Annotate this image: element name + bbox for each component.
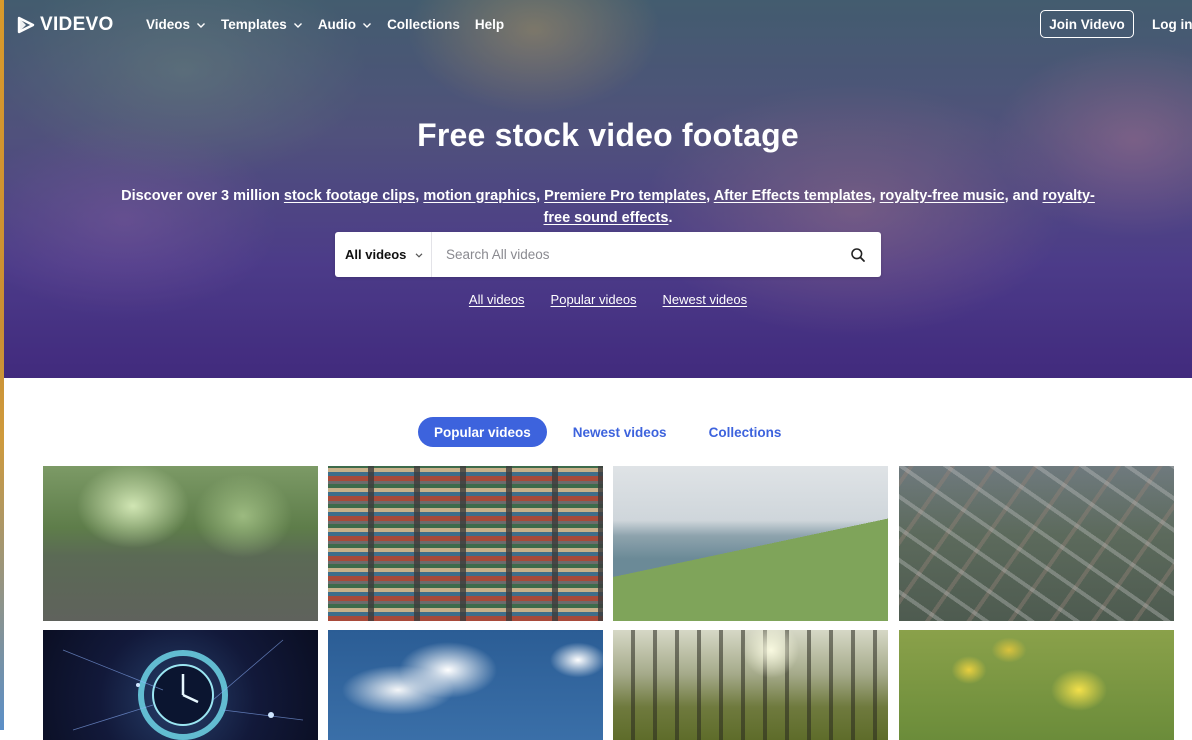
quick-link-popular-videos[interactable]: Popular videos (551, 292, 637, 307)
top-navigation: VIDEVO Videos Templates Audio Collection… (4, 0, 1192, 50)
video-thumbnail[interactable] (613, 466, 888, 621)
hero-section: VIDEVO Videos Templates Audio Collection… (4, 0, 1192, 378)
chevron-down-icon (415, 252, 423, 258)
logo[interactable]: VIDEVO (16, 14, 114, 36)
video-thumbnail[interactable] (328, 466, 603, 621)
window-edge (0, 0, 4, 730)
chevron-down-icon (197, 22, 206, 28)
clock-image (62, 639, 304, 740)
search-category-select[interactable]: All videos (335, 232, 432, 277)
nav-item-videos[interactable]: Videos (146, 17, 206, 32)
brand-name: VIDEVO (40, 14, 114, 35)
login-link[interactable]: Log in (1152, 17, 1192, 32)
nav-item-label: Videos (146, 17, 191, 32)
subtitle-text: . (668, 209, 673, 226)
video-thumbnail[interactable] (43, 630, 318, 740)
link-motion-graphics[interactable]: motion graphics (423, 188, 536, 204)
link-premiere-pro[interactable]: Premiere Pro templates (544, 188, 706, 204)
nav-item-label: Audio (317, 17, 357, 32)
video-tabs: Popular videos Newest videos Collections (418, 417, 781, 447)
link-stock-footage[interactable]: stock footage clips (284, 188, 415, 204)
join-button[interactable]: Join Videvo (1040, 10, 1134, 38)
tab-newest-videos[interactable]: Newest videos (573, 425, 667, 440)
chevron-down-icon (363, 22, 372, 28)
search-category-label: All videos (345, 247, 407, 262)
nav-item-label: Help (474, 17, 505, 32)
nav-menu: Videos Templates Audio Collections Help (146, 17, 519, 32)
quick-link-all-videos[interactable]: All videos (469, 292, 525, 307)
subtitle-text: Discover over 3 million (121, 187, 284, 204)
tab-popular-videos[interactable]: Popular videos (418, 417, 547, 447)
video-thumbnail[interactable] (613, 630, 888, 740)
nav-item-label: Templates (221, 17, 287, 32)
hero-subtitle: Discover over 3 million stock footage cl… (108, 185, 1108, 229)
search-button[interactable] (835, 232, 881, 277)
nav-item-audio[interactable]: Audio (318, 17, 372, 32)
search-bar: All videos (335, 232, 881, 277)
quick-link-newest-videos[interactable]: Newest videos (663, 292, 748, 307)
subtitle-text: , (706, 187, 714, 204)
video-thumbnail[interactable] (899, 466, 1174, 621)
page-title: Free stock video footage (417, 117, 799, 153)
tab-collections[interactable]: Collections (709, 425, 782, 440)
play-triangle-icon (17, 16, 35, 34)
search-icon (851, 247, 865, 262)
video-thumbnail[interactable] (328, 630, 603, 740)
subtitle-text: , (871, 187, 880, 204)
nav-item-help[interactable]: Help (475, 17, 504, 32)
quick-links: All videos Popular videos Newest videos (4, 292, 1192, 307)
video-thumbnail[interactable] (43, 466, 318, 621)
chevron-down-icon (293, 22, 302, 28)
nav-item-label: Collections (387, 17, 460, 32)
search-input[interactable] (432, 232, 835, 277)
subtitle-text: , (536, 187, 545, 204)
nav-item-templates[interactable]: Templates (221, 17, 303, 32)
subtitle-text: , and (1004, 187, 1043, 204)
nav-item-collections[interactable]: Collections (387, 17, 460, 32)
link-royalty-free-music[interactable]: royalty-free music (880, 188, 1005, 204)
link-after-effects[interactable]: After Effects templates (714, 188, 872, 204)
video-thumbnail[interactable] (899, 630, 1174, 740)
